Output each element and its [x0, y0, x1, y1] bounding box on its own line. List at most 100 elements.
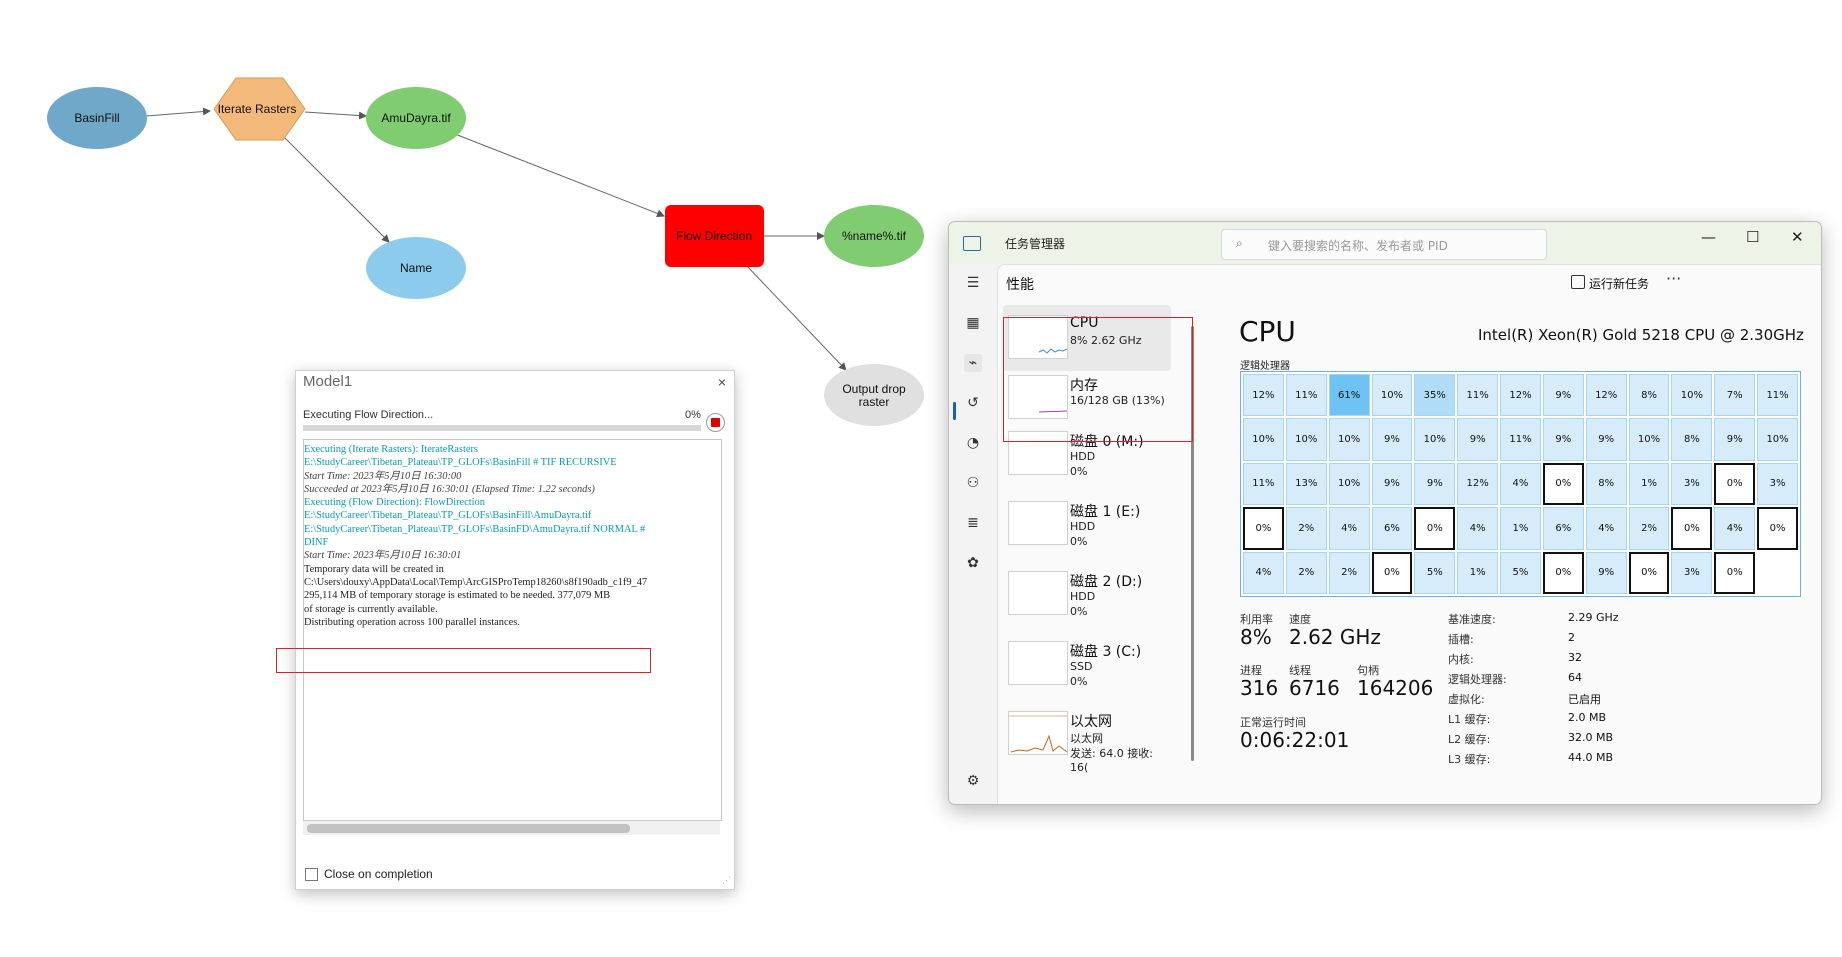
minimize-icon[interactable]: — — [1701, 228, 1716, 246]
log-line: E:\StudyCareer\Tibetan_Plateau\TP_GLOFs\… — [304, 523, 646, 535]
info-value: 2.0 MB — [1568, 711, 1607, 724]
close-on-completion-label: Close on completion — [324, 867, 433, 881]
log-line: E:\StudyCareer\Tibetan_Plateau\TP_GLOFs\… — [304, 510, 592, 522]
logical-processor-cell: 2% — [1328, 551, 1370, 594]
logical-processor-cell: 5% — [1500, 551, 1541, 594]
handles-value: 164206 — [1357, 676, 1434, 700]
logical-processor-cell: 0% — [1757, 507, 1798, 550]
node-output-drop-label-2: raster — [859, 395, 890, 409]
hamburger-menu-icon[interactable]: ☰ — [964, 274, 982, 292]
node-flow-direction[interactable]: Flow Direction — [665, 205, 764, 267]
logical-processor-cell: 0% — [1628, 551, 1670, 594]
logical-processor-cell: 12% — [1585, 374, 1627, 417]
resource-sub: 发送: 64.0 接收: 16( — [1070, 747, 1153, 774]
close-on-completion-checkbox[interactable] — [305, 868, 318, 881]
processes-value: 316 — [1240, 676, 1279, 700]
logical-processor-grid: 12% 11% 61% 10% 35% 11% 12% 9% 12% 8% 10% 7% 11% 10% 1… — [1240, 371, 1801, 597]
log-line: Distributing operation across 100 parall… — [304, 616, 520, 628]
page-title: 性能 — [1006, 277, 1034, 293]
logical-processor-cell: 10% — [1371, 374, 1413, 417]
cpu-model-name: Intel(R) Xeon(R) Gold 5218 CPU @ 2.30GHz — [1478, 326, 1804, 344]
users-icon[interactable]: ⚇ — [964, 474, 982, 492]
resource-sub: HDD — [1070, 520, 1096, 533]
search-placeholder: 键入要搜索的名称、发布者或 PID — [1268, 239, 1448, 253]
task-manager-app-icon — [963, 236, 981, 251]
logical-processor-cell: 12% — [1457, 462, 1499, 506]
logical-processor-cell: 3% — [1757, 462, 1798, 506]
info-key: L1 缓存: — [1448, 713, 1491, 726]
resource-item-disk-2[interactable]: 磁盘 2 (D:) HDD 0% — [1003, 561, 1171, 627]
title-bar: 任务管理器 ⌕ 键入要搜索的名称、发布者或 PID — ☐ ✕ — [949, 222, 1821, 264]
log-line: Executing (Iterate Rasters): IterateRast… — [304, 444, 478, 455]
stop-button[interactable] — [706, 413, 725, 432]
logical-processor-cell: 9% — [1542, 418, 1584, 461]
highlight-box-cpu-memory — [1003, 317, 1193, 442]
info-key: 基准速度: — [1448, 613, 1496, 626]
log-line: DINF — [304, 537, 329, 549]
search-input[interactable]: ⌕ 键入要搜索的名称、发布者或 PID — [1221, 229, 1547, 260]
dialog-title: Model1 — [303, 373, 353, 390]
details-icon[interactable]: ≣ — [964, 514, 982, 532]
info-value: 32 — [1568, 651, 1582, 664]
close-icon[interactable]: × — [718, 374, 726, 390]
node-basinfill[interactable]: BasinFill — [47, 87, 147, 149]
run-new-task-button[interactable]: 运行新任务 — [1589, 275, 1649, 292]
logical-processor-cell: 1% — [1457, 551, 1499, 594]
logical-processor-cell: 2% — [1285, 551, 1327, 594]
logical-processor-cell: 3% — [1671, 551, 1713, 594]
resource-sub: 0% — [1070, 675, 1088, 688]
node-name-label: Name — [400, 261, 432, 275]
more-options-icon[interactable]: ··· — [1666, 269, 1681, 288]
app-history-icon[interactable]: ↺ — [964, 394, 982, 412]
processes-icon[interactable]: ▦ — [964, 314, 982, 332]
node-amudayra[interactable]: AmuDayra.tif — [366, 87, 466, 149]
logical-processor-cell: 2% — [1628, 507, 1670, 550]
run-new-task-icon — [1571, 275, 1585, 289]
close-icon[interactable]: ✕ — [1791, 228, 1804, 246]
logical-processor-cell: 7% — [1714, 374, 1756, 417]
node-name[interactable]: Name — [366, 237, 466, 299]
resource-name: 磁盘 3 (C:) — [1070, 644, 1142, 660]
logical-processor-cell: 0% — [1542, 462, 1584, 506]
resource-sub: 0% — [1070, 535, 1088, 548]
resize-grip-icon[interactable]: ⋰ — [722, 875, 731, 886]
log-line: E:\StudyCareer\Tibetan_Plateau\TP_GLOFs\… — [304, 457, 617, 469]
resource-item-ethernet[interactable]: 以太网 以太网 发送: 64.0 接收: 16( — [1003, 701, 1171, 774]
logical-processor-cell: 6% — [1371, 507, 1413, 550]
disk-sparkline — [1008, 571, 1068, 615]
logical-processor-cell: 4% — [1328, 507, 1370, 550]
node-iterate-rasters[interactable]: Iterate Rasters — [213, 77, 306, 141]
settings-gear-icon[interactable]: ⚙ — [964, 772, 982, 790]
cpu-heading: CPU — [1239, 315, 1296, 348]
info-value: 已启用 — [1568, 693, 1601, 706]
logical-processor-cell: 4% — [1714, 507, 1756, 550]
logical-processor-cell: 0% — [1414, 507, 1456, 550]
services-icon[interactable]: ✿ — [964, 554, 982, 572]
resource-item-disk-1[interactable]: 磁盘 1 (E:) HDD 0% — [1003, 491, 1171, 557]
node-amudayra-label: AmuDayra.tif — [381, 111, 451, 125]
node-name-tif[interactable]: %name%.tif — [824, 205, 924, 267]
node-flow-direction-label: Flow Direction — [676, 229, 752, 243]
logical-processor-cell: 8% — [1671, 418, 1713, 461]
resource-sub: 0% — [1070, 465, 1088, 478]
logical-processor-cell: 1% — [1500, 507, 1541, 550]
horizontal-scrollbar[interactable] — [303, 821, 720, 835]
startup-apps-icon[interactable]: ◔ — [964, 434, 982, 452]
log-line: Start Time: 2023年5月10日 16:30:00 — [304, 470, 462, 482]
scrollbar-thumb[interactable] — [307, 824, 630, 833]
info-key: L3 缓存: — [1448, 753, 1491, 766]
logical-processor-cell: 35% — [1414, 374, 1456, 417]
log-line: Succeeded at 2023年5月10日 16:30:01 (Elapse… — [304, 483, 595, 495]
node-output-drop-raster[interactable]: Output drop raster — [824, 364, 924, 426]
logical-processor-cell: 2% — [1285, 507, 1327, 550]
node-output-drop-label-1: Output drop — [842, 382, 906, 396]
disk-sparkline — [1008, 501, 1068, 545]
maximize-icon[interactable]: ☐ — [1746, 228, 1759, 246]
resource-item-disk-3[interactable]: 磁盘 3 (C:) SSD 0% — [1003, 631, 1171, 697]
logical-processor-cell: 4% — [1457, 507, 1499, 550]
logical-processor-cell: 8% — [1585, 462, 1627, 506]
performance-icon[interactable]: ⌁ — [964, 354, 982, 372]
log-line: Executing (Flow Direction): FlowDirectio… — [304, 497, 485, 509]
logical-processor-cell: 9% — [1457, 418, 1499, 461]
ethernet-sparkline — [1008, 711, 1068, 755]
